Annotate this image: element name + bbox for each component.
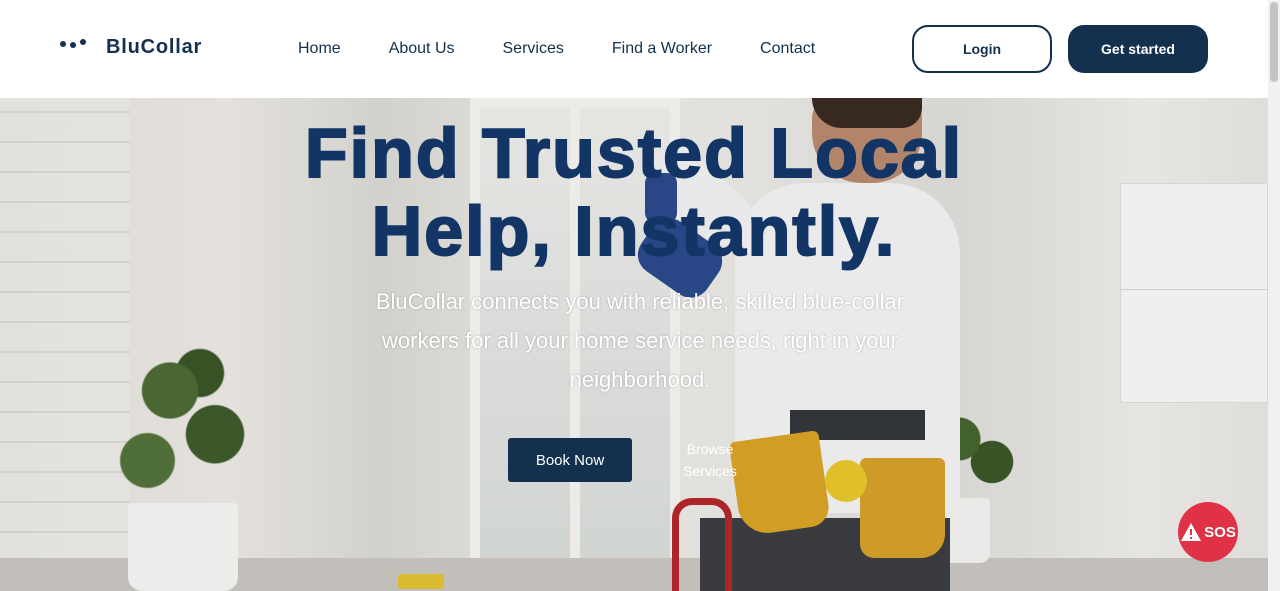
book-now-button[interactable]: Book Now <box>508 438 632 482</box>
scrollbar-thumb[interactable] <box>1270 2 1278 82</box>
hero-subtitle: BluCollar connects you with reliable, sk… <box>375 289 905 392</box>
nav-home[interactable]: Home <box>298 40 341 58</box>
warning-icon <box>1180 522 1202 542</box>
hero-section: Find Trusted Local Help, Instantly. BluC… <box>0 98 1268 591</box>
brand-logo[interactable]: BluCollar <box>60 36 202 59</box>
nav-contact[interactable]: Contact <box>760 40 815 58</box>
hero-title: Find Trusted Local Help, Instantly. <box>0 113 1268 271</box>
logo-dots-icon <box>60 39 86 48</box>
sos-button[interactable]: SOS <box>1178 502 1238 562</box>
brand-name: BluCollar <box>106 36 203 58</box>
hero-title-line1: Find Trusted Local <box>304 113 964 193</box>
page-scrollbar[interactable] <box>1268 0 1280 591</box>
nav-find-a-worker[interactable]: Find a Worker <box>612 40 712 58</box>
main-nav: Home About Us Services Find a Worker Con… <box>298 40 815 58</box>
nav-services[interactable]: Services <box>503 40 564 58</box>
hero-title-line2: Help, Instantly. <box>371 191 897 271</box>
browse-services-button[interactable]: Browse Services <box>672 438 748 482</box>
nav-about-us[interactable]: About Us <box>389 40 455 58</box>
sos-label: SOS <box>1204 523 1236 541</box>
site-header: BluCollar Home About Us Services Find a … <box>0 0 1268 98</box>
get-started-button[interactable]: Get started <box>1068 25 1208 73</box>
login-button[interactable]: Login <box>912 25 1052 73</box>
